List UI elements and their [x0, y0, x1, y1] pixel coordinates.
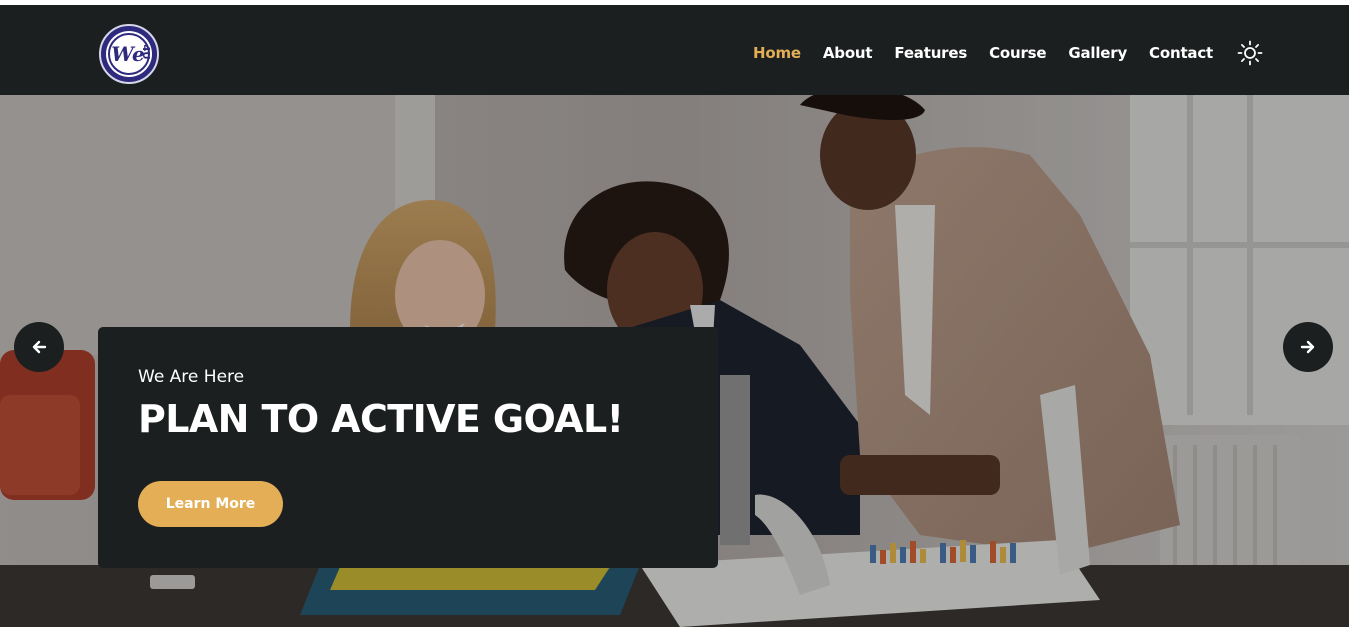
nav-about[interactable]: About: [823, 44, 873, 62]
nav-home[interactable]: Home: [753, 44, 801, 62]
hero-caption-card: We Are Here PLAN TO ACTIVE GOAL! Learn M…: [98, 327, 718, 568]
hero-slider: We Are Here PLAN TO ACTIVE GOAL! Learn M…: [0, 95, 1349, 627]
nav-contact[interactable]: Contact: [1149, 44, 1213, 62]
navbar: We 4U Home About Features Course Gallery…: [0, 5, 1349, 95]
brand-logo[interactable]: We 4U: [99, 24, 159, 84]
arrow-left-icon: [32, 340, 47, 354]
learn-more-button[interactable]: Learn More: [138, 481, 283, 527]
page: We 4U Home About Features Course Gallery…: [0, 0, 1349, 627]
svg-text:4U: 4U: [140, 44, 151, 59]
nav-features[interactable]: Features: [894, 44, 967, 62]
nav-course[interactable]: Course: [989, 44, 1046, 62]
hero-eyebrow: We Are Here: [138, 367, 245, 387]
sun-icon[interactable]: [1237, 40, 1263, 66]
hero-headline: PLAN TO ACTIVE GOAL!: [138, 397, 624, 441]
slider-next-button[interactable]: [1283, 322, 1333, 372]
main-nav: Home About Features Course Gallery Conta…: [753, 38, 1263, 68]
arrow-right-icon: [1300, 340, 1315, 354]
slider-prev-button[interactable]: [14, 322, 64, 372]
nav-gallery[interactable]: Gallery: [1068, 44, 1127, 62]
svg-text:We: We: [111, 42, 145, 66]
